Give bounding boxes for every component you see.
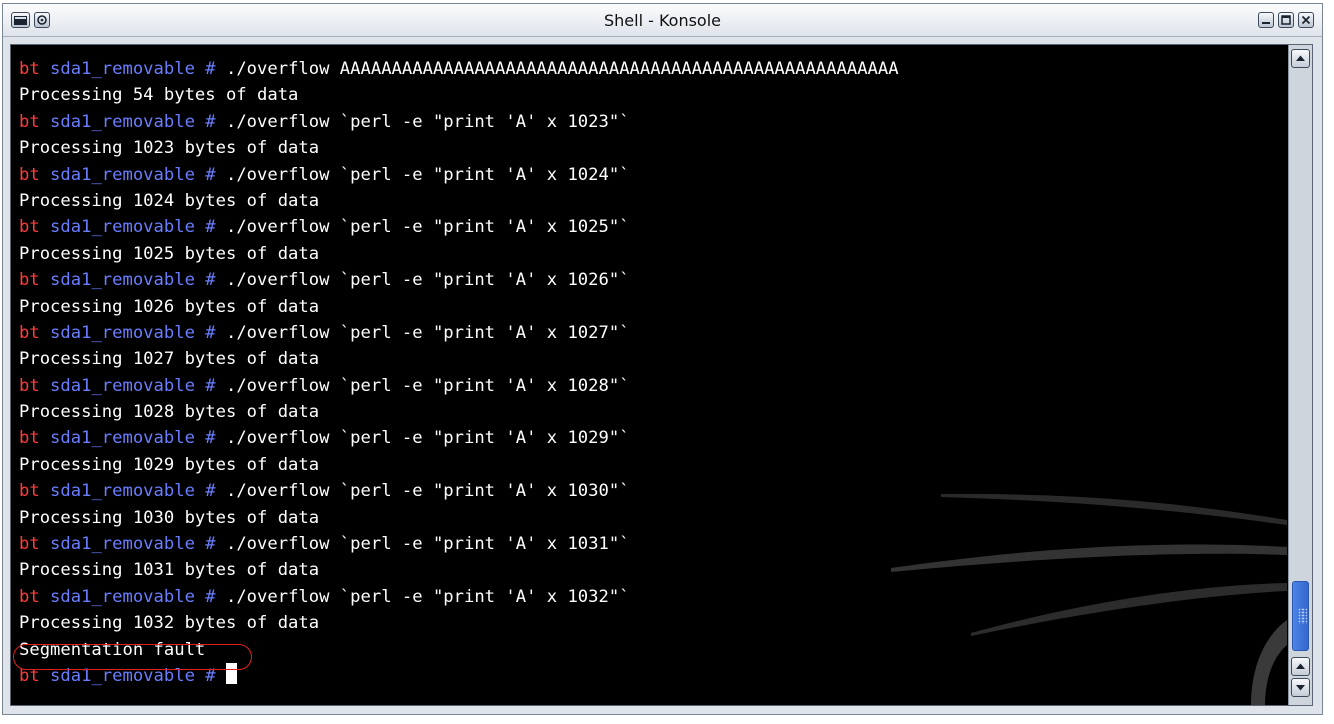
prompt-symbol: # (205, 481, 226, 502)
command-line: bt sda1_removable # ./overflow `perl -e … (19, 584, 899, 610)
prompt-symbol: # (205, 111, 226, 132)
output-line: Processing 1023 bytes of data (19, 138, 320, 159)
command-text: ./overflow `perl -e "print 'A' x 1028"` (225, 375, 630, 396)
output-line: Processing 54 bytes of data (19, 85, 299, 106)
konsole-window: Shell - Konsole bt sda1_removable # ./ov… (2, 3, 1323, 715)
prompt-directory: sda1_removable (39, 111, 206, 132)
command-line: bt sda1_removable # ./overflow `perl -e … (19, 162, 899, 188)
prompt-directory: sda1_removable (39, 164, 206, 185)
prompt-symbol: # (205, 270, 226, 291)
prompt-user: bt (19, 164, 40, 185)
command-line: bt sda1_removable # ./overflow `perl -e … (19, 267, 899, 293)
output-line: Processing 1029 bytes of data (19, 454, 320, 475)
scroll-down-icon[interactable] (1291, 678, 1310, 697)
scroll-up-icon[interactable] (1291, 49, 1310, 68)
output-line: Processing 1030 bytes of data (19, 507, 320, 528)
prompt-user: bt (19, 481, 40, 502)
prompt-user: bt (19, 534, 40, 555)
prompt-directory: sda1_removable (39, 270, 206, 291)
prompt-directory: sda1_removable (39, 534, 206, 555)
command-text: ./overflow `perl -e "print 'A' x 1030"` (225, 481, 630, 502)
output-line: Processing 1025 bytes of data (19, 243, 320, 264)
prompt-user: bt (19, 270, 40, 291)
output-line: Processing 1032 bytes of data (19, 613, 320, 634)
command-text: ./overflow `perl -e "print 'A' x 1026"` (225, 270, 630, 291)
prompt-symbol: # (205, 59, 226, 79)
prompt-directory: sda1_removable (39, 428, 206, 449)
prompt-symbol: # (205, 164, 226, 185)
prompt-symbol: # (205, 322, 226, 343)
prompt-symbol: # (205, 217, 226, 238)
prompt-directory: sda1_removable (39, 322, 206, 343)
command-line: bt sda1_removable # ./overflow `perl -e … (19, 109, 899, 135)
prompt-user: bt (19, 111, 40, 132)
vertical-scrollbar[interactable] (1288, 45, 1312, 705)
command-line: bt sda1_removable # ./overflow AAAAAAAAA… (19, 56, 899, 82)
terminal-output: bt sda1_removable # ./overflow AAAAAAAAA… (19, 56, 899, 689)
command-line: bt sda1_removable # ./overflow `perl -e … (19, 478, 899, 504)
prompt-symbol: # (205, 534, 226, 555)
close-icon[interactable] (1298, 12, 1314, 28)
command-text: ./overflow `perl -e "print 'A' x 1029"` (225, 428, 630, 449)
command-text: ./overflow `perl -e "print 'A' x 1024"` (225, 164, 630, 185)
prompt-directory: sda1_removable (39, 586, 206, 607)
terminal-frame: bt sda1_removable # ./overflow AAAAAAAAA… (10, 44, 1313, 706)
prompt-directory: sda1_removable (39, 217, 206, 238)
title-bar[interactable]: Shell - Konsole (3, 4, 1322, 37)
output-line: Processing 1027 bytes of data (19, 349, 320, 370)
command-line: bt sda1_removable # ./overflow `perl -e … (19, 320, 899, 346)
prompt-user: bt (19, 375, 40, 396)
output-line: Processing 1024 bytes of data (19, 190, 320, 211)
prompt-symbol: # (205, 375, 226, 396)
window-title: Shell - Konsole (603, 11, 721, 30)
output-line: Processing 1028 bytes of data (19, 402, 320, 423)
scrollbar-thumb[interactable] (1292, 581, 1309, 651)
command-text: ./overflow AAAAAAAAAAAAAAAAAAAAAAAAAAAAA… (225, 59, 899, 79)
prompt-directory: sda1_removable (39, 59, 206, 79)
command-text: ./overflow `perl -e "print 'A' x 1025"` (225, 217, 630, 238)
maximize-icon[interactable] (1278, 12, 1294, 28)
command-text: ./overflow `perl -e "print 'A' x 1032"` (225, 586, 630, 607)
prompt-symbol: # (205, 586, 226, 607)
prompt-directory: sda1_removable (39, 481, 206, 502)
command-line: bt sda1_removable # ./overflow `perl -e … (19, 531, 899, 557)
command-line: bt sda1_removable # ./overflow `perl -e … (19, 214, 899, 240)
scroll-up-icon[interactable] (1291, 657, 1310, 676)
prompt-user: bt (19, 59, 40, 79)
command-line: bt sda1_removable # ./overflow `perl -e … (19, 373, 899, 399)
segfault-highlight-ring (13, 644, 252, 670)
command-text: ./overflow `perl -e "print 'A' x 1031"` (225, 534, 630, 555)
output-line: Processing 1026 bytes of data (19, 296, 320, 317)
prompt-user: bt (19, 217, 40, 238)
prompt-user: bt (19, 322, 40, 343)
output-line: Processing 1031 bytes of data (19, 560, 320, 581)
prompt-symbol: # (205, 428, 226, 449)
command-text: ./overflow `perl -e "print 'A' x 1023"` (225, 111, 630, 132)
terminal-view[interactable]: bt sda1_removable # ./overflow AAAAAAAAA… (11, 45, 1287, 705)
command-text: ./overflow `perl -e "print 'A' x 1027"` (225, 322, 630, 343)
prompt-directory: sda1_removable (39, 375, 206, 396)
prompt-user: bt (19, 428, 40, 449)
prompt-user: bt (19, 586, 40, 607)
command-line: bt sda1_removable # ./overflow `perl -e … (19, 425, 899, 451)
minimize-icon[interactable] (1258, 12, 1274, 28)
